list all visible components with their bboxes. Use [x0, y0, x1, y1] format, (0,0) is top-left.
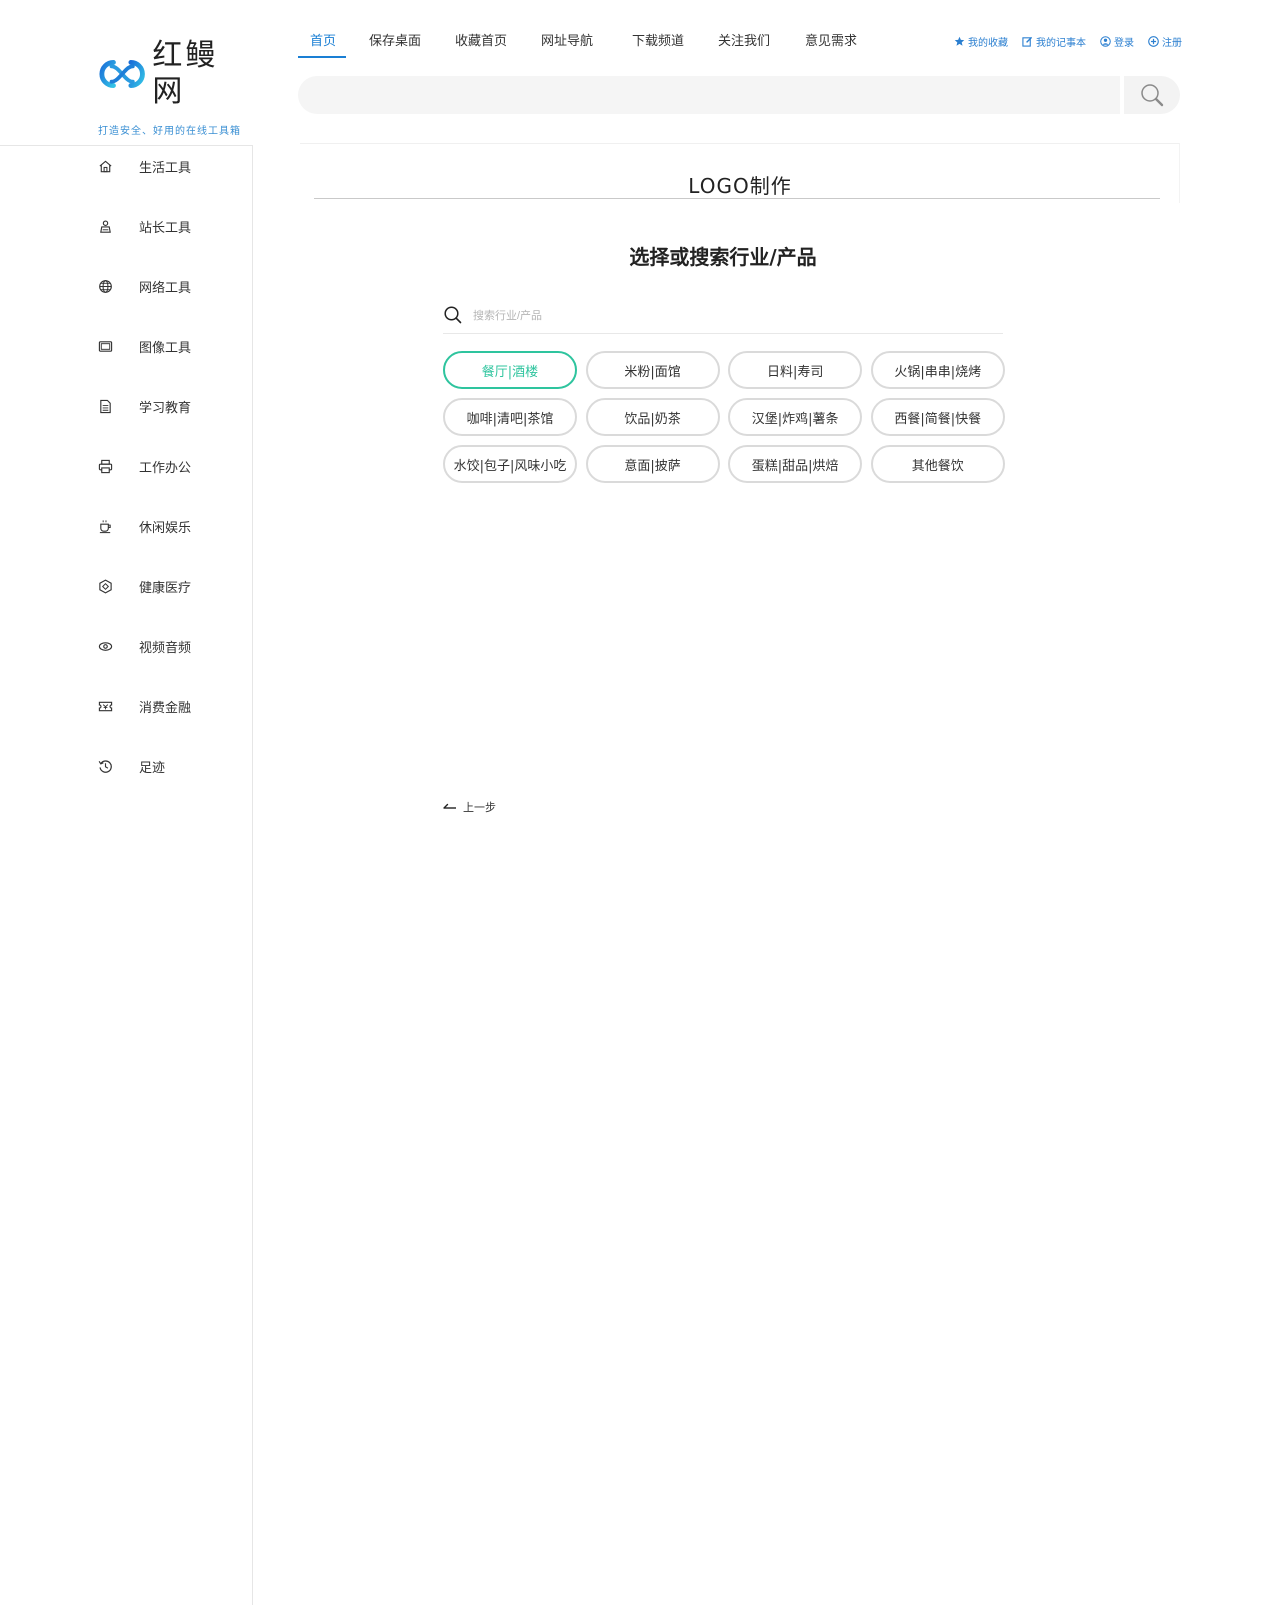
sidebar-item-media[interactable]: 视频音频	[98, 634, 191, 658]
my-notebook-label: 我的记事本	[1036, 38, 1086, 49]
industry-chip[interactable]: 餐厅|酒楼	[443, 351, 577, 389]
image-icon	[98, 339, 113, 354]
industry-chip[interactable]: 汉堡|炸鸡|薯条	[728, 398, 863, 436]
industry-chip[interactable]: 饮品|奶茶	[585, 398, 720, 436]
document-icon	[98, 399, 113, 414]
industry-chip[interactable]: 意面|披萨	[585, 445, 720, 483]
nav-bookmark-home[interactable]: 收藏首页	[455, 30, 507, 54]
sidebar-item-network-tools[interactable]: 网络工具	[98, 274, 191, 298]
sidebar-item-life-tools[interactable]: 生活工具	[98, 154, 191, 178]
nav-downloads[interactable]: 下载频道	[632, 30, 684, 54]
site-search-button[interactable]	[1124, 76, 1180, 114]
search-icon	[444, 306, 462, 324]
sidebar-item-label: 图像工具	[139, 340, 192, 356]
login-link[interactable]: 登录	[1100, 34, 1134, 49]
sidebar-right-divider	[252, 145, 253, 1605]
arrow-left-icon	[443, 803, 456, 809]
industry-search-input[interactable]	[471, 304, 991, 328]
nav-follow-us[interactable]: 关注我们	[718, 30, 770, 54]
logo-slogan: 打造安全、好用的在线工具箱	[98, 126, 241, 137]
shield-icon	[98, 578, 113, 594]
industry-chip[interactable]: 西餐|简餐|快餐	[870, 398, 1005, 436]
logo-row: 红鳗网	[98, 38, 248, 110]
history-icon	[98, 759, 113, 774]
sidebar-item-label: 休闲娱乐	[139, 520, 192, 536]
eel-logo-icon	[99, 59, 145, 89]
sidebar-item-label: 站长工具	[139, 220, 192, 236]
sidebar-item-health[interactable]: 健康医疗	[98, 574, 191, 598]
industry-chip[interactable]: 火锅|串串|烧烤	[870, 351, 1005, 389]
previous-step-button[interactable]: 上一步	[443, 799, 496, 815]
register-link[interactable]: 注册	[1148, 34, 1182, 49]
logo-title: 红鳗网	[152, 38, 219, 109]
nav-feedback[interactable]: 意见需求	[805, 30, 857, 54]
sidebar-item-label: 网络工具	[139, 280, 192, 296]
industry-chip[interactable]: 蛋糕|甜品|烘焙	[728, 445, 863, 483]
sidebar-item-label: 生活工具	[139, 160, 192, 176]
page-title: LOGO制作	[688, 174, 792, 198]
user-links: 我的收藏 我的记事本 登录 注册	[954, 34, 1182, 49]
sidebar-item-history[interactable]: 足迹	[98, 754, 165, 778]
sidebar-item-entertainment[interactable]: 休闲娱乐	[98, 514, 191, 538]
industry-chip[interactable]: 咖啡|清吧|茶馆	[443, 398, 577, 436]
nav-site-directory[interactable]: 网址导航	[541, 30, 593, 54]
ticket-icon	[98, 699, 113, 714]
industry-heading: 选择或搜索行业/产品	[629, 245, 817, 269]
previous-step-label: 上一步	[463, 801, 496, 814]
sidebar-item-office[interactable]: 工作办公	[98, 454, 191, 478]
nav-active-underline	[298, 56, 346, 58]
sidebar-item-label: 健康医疗	[139, 580, 192, 596]
sidebar-item-label: 工作办公	[139, 460, 192, 476]
login-label: 登录	[1114, 38, 1134, 49]
nav-save-desktop[interactable]: 保存桌面	[369, 30, 421, 54]
sidebar-item-label: 消费金融	[139, 700, 192, 716]
nav-home[interactable]: 首页	[310, 30, 336, 54]
tool-panel-header: LOGO制作	[300, 143, 1180, 203]
title-divider	[314, 198, 1160, 199]
sidebar-item-image-tools[interactable]: 图像工具	[98, 334, 191, 358]
industry-chip[interactable]: 米粉|面馆	[585, 351, 720, 389]
user-icon	[1100, 36, 1111, 47]
industry-chip[interactable]: 其他餐饮	[870, 445, 1005, 483]
printer-icon	[98, 459, 113, 474]
my-notebook-link[interactable]: 我的记事本	[1022, 34, 1086, 49]
industry-search	[443, 300, 1003, 334]
my-favorites-link[interactable]: 我的收藏	[954, 34, 1008, 49]
edit-icon	[1022, 36, 1033, 47]
industry-chip-grid: 餐厅|酒楼 米粉|面馆 日料|寿司 火锅|串串|烧烤 咖啡|清吧|茶馆 饮品|奶…	[443, 351, 1005, 483]
globe-icon	[98, 279, 113, 294]
register-label: 注册	[1162, 38, 1182, 49]
sidebar-item-education[interactable]: 学习教育	[98, 394, 191, 418]
industry-chip[interactable]: 日料|寿司	[728, 351, 863, 389]
industry-chip[interactable]: 水饺|包子|风味小吃	[443, 445, 577, 483]
sidebar-item-label: 足迹	[139, 760, 166, 776]
plus-circle-icon	[1148, 36, 1159, 47]
sidebar-item-finance[interactable]: 消费金融	[98, 694, 191, 718]
sidebar-item-label: 视频音频	[139, 640, 192, 656]
my-favorites-label: 我的收藏	[968, 38, 1008, 49]
site-search-input[interactable]	[298, 76, 1120, 114]
eye-icon	[98, 639, 113, 654]
search-icon	[1141, 84, 1164, 107]
site-search	[298, 76, 1180, 114]
person-icon	[98, 219, 113, 234]
site-logo[interactable]: 红鳗网 打造安全、好用的在线工具箱	[98, 38, 248, 137]
coffee-icon	[98, 519, 113, 534]
sidebar-item-webmaster-tools[interactable]: 站长工具	[98, 214, 191, 238]
sidebar-item-label: 学习教育	[139, 400, 192, 416]
star-icon	[954, 36, 965, 46]
sidebar-top-divider	[0, 145, 253, 146]
home-icon	[98, 159, 113, 174]
